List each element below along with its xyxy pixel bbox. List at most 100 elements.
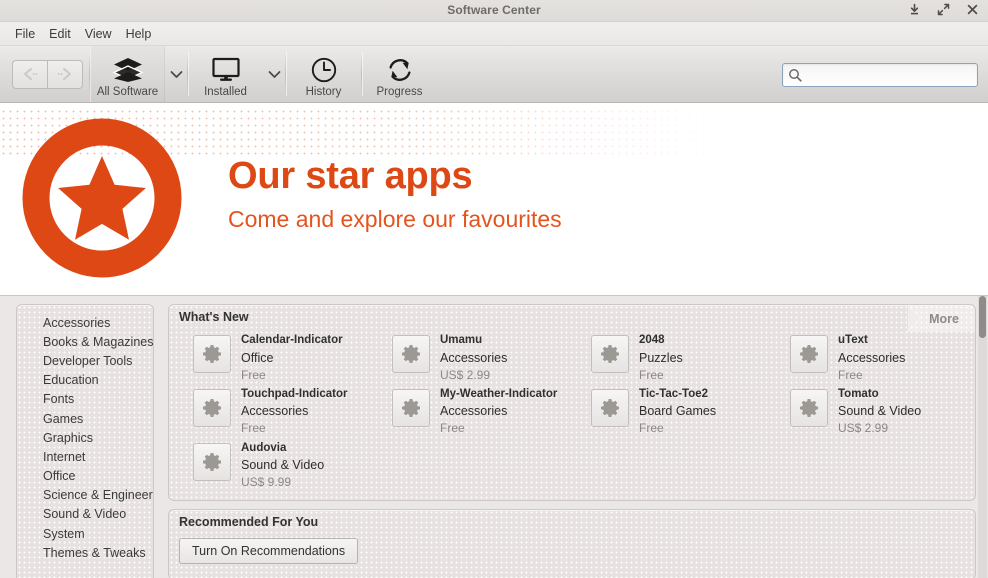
app-item[interactable]: Tomato Sound & Video US$ 2.99 — [772, 385, 969, 439]
app-item[interactable]: Tic-Tac-Toe2 Board Games Free — [573, 385, 770, 439]
gear-icon — [193, 442, 231, 481]
app-item[interactable]: My-Weather-Indicator Accessories Free — [374, 385, 571, 439]
app-name: 2048 — [639, 334, 665, 346]
app-item[interactable]: Audovia Sound & Video US$ 9.99 — [175, 439, 372, 493]
app-category: Accessories — [241, 404, 309, 419]
app-category: Sound & Video — [838, 404, 922, 419]
sidebar-item-science-engineering[interactable]: Science & Engineering — [17, 486, 153, 505]
recommended-panel: Recommended For You Turn On Recommendati… — [168, 509, 976, 578]
star-in-circle-icon — [22, 118, 182, 281]
app-category: Puzzles — [639, 350, 683, 365]
sidebar-item-graphics[interactable]: Graphics — [17, 428, 153, 447]
gear-icon — [193, 335, 231, 373]
whats-new-app-grid: Calendar-Indicator Office Free Touchpad-… — [169, 329, 975, 500]
whats-new-panel: What's New More Calendar-Indicator Offic… — [168, 304, 976, 502]
toolbar-button-history[interactable]: History — [286, 46, 361, 102]
sidebar-item-books-magazines[interactable]: Books & Magazines — [17, 332, 153, 351]
content-column: What's New More Calendar-Indicator Offic… — [168, 304, 976, 578]
sidebar-item-accessories[interactable]: Accessories — [17, 313, 153, 332]
window-controls — [907, 2, 980, 17]
app-name: Audovia — [241, 441, 287, 454]
app-price: Free — [440, 421, 465, 436]
app-category: Sound & Video — [241, 458, 325, 473]
app-price: US$ 2.99 — [838, 421, 889, 436]
toolbar-group-installed: Installed — [188, 46, 285, 102]
installed-dropdown-chevron-down-icon[interactable] — [263, 46, 285, 102]
app-name: uText — [838, 334, 868, 346]
all-software-dropdown-chevron-down-icon[interactable] — [165, 46, 187, 102]
gear-icon — [591, 335, 629, 373]
app-price: US$ 9.99 — [241, 475, 292, 490]
sidebar-item-office[interactable]: Office — [17, 467, 153, 486]
gear-icon — [790, 335, 828, 373]
maximize-button[interactable] — [936, 2, 951, 17]
sidebar-item-developer-tools[interactable]: Developer Tools — [17, 351, 153, 370]
sidebar-item-sound-video[interactable]: Sound & Video — [17, 505, 153, 524]
app-category: Accessories — [440, 404, 508, 419]
sidebar-item-system[interactable]: System — [17, 524, 153, 543]
menubar: File Edit View Help — [0, 22, 988, 46]
banner-title: Our star apps — [228, 155, 473, 198]
menu-file[interactable]: File — [8, 25, 42, 43]
app-price: Free — [241, 367, 266, 382]
monitor-icon — [211, 55, 241, 85]
close-button[interactable] — [965, 2, 980, 17]
recommended-header: Recommended For You — [169, 510, 975, 534]
search-area — [782, 63, 978, 87]
app-price: Free — [241, 421, 266, 436]
toolbar-button-progress[interactable]: Progress — [362, 46, 437, 102]
toolbar-label-progress: Progress — [376, 85, 423, 98]
app-name: Tic-Tac-Toe2 — [639, 387, 709, 400]
app-item[interactable]: Calendar-Indicator Office Free — [175, 331, 372, 385]
app-name: Calendar-Indicator — [241, 334, 343, 346]
titlebar: Software Center — [0, 0, 988, 22]
scrollbar-thumb[interactable] — [979, 296, 986, 338]
search-input[interactable] — [806, 68, 956, 82]
toolbar: All Software Installed History Progress — [0, 46, 988, 103]
category-sidebar: Accessories Books & Magazines Developer … — [16, 304, 154, 578]
sidebar-item-games[interactable]: Games — [17, 409, 153, 428]
back-button[interactable] — [12, 59, 47, 89]
scrollbar-track[interactable] — [978, 296, 987, 578]
toolbar-button-all-software[interactable]: All Software — [90, 46, 165, 102]
software-center-window: Software Center File Edit View Help All … — [0, 0, 988, 578]
navigation-buttons — [12, 46, 83, 102]
app-category: Accessories — [440, 350, 508, 365]
menu-view[interactable]: View — [78, 25, 119, 43]
app-price: Free — [838, 367, 863, 382]
clock-icon — [310, 55, 338, 85]
main-content-area: Accessories Books & Magazines Developer … — [0, 296, 988, 578]
sidebar-item-themes-tweaks[interactable]: Themes & Tweaks — [17, 543, 153, 562]
whats-new-header: What's New More — [169, 305, 975, 332]
gear-icon — [392, 335, 430, 373]
search-icon — [788, 68, 802, 82]
toolbar-group-all-software: All Software — [90, 46, 187, 102]
banner-subtitle: Come and explore our favourites — [228, 206, 562, 233]
app-item[interactable]: 2048 Puzzles Free — [573, 331, 770, 385]
window-title: Software Center — [447, 3, 541, 17]
featured-banner: Our star apps Come and explore our favou… — [0, 103, 988, 296]
turn-on-recommendations-button[interactable]: Turn On Recommendations — [179, 538, 359, 565]
menu-edit[interactable]: Edit — [42, 25, 78, 43]
whats-new-title: What's New — [179, 310, 249, 324]
search-box[interactable] — [782, 63, 978, 87]
menu-help[interactable]: Help — [119, 25, 159, 43]
minimize-button[interactable] — [907, 2, 922, 17]
gear-icon — [392, 388, 430, 427]
app-name: My-Weather-Indicator — [440, 387, 558, 400]
sidebar-item-fonts[interactable]: Fonts — [17, 390, 153, 409]
app-name: Umamu — [440, 334, 483, 346]
app-item[interactable]: Umamu Accessories US$ 2.99 — [374, 331, 571, 385]
toolbar-button-installed[interactable]: Installed — [188, 46, 263, 102]
toolbar-label-history: History — [305, 85, 342, 98]
sidebar-item-internet[interactable]: Internet — [17, 447, 153, 466]
content-scrollbar[interactable] — [978, 296, 987, 578]
app-price: Free — [639, 367, 664, 382]
forward-button[interactable] — [47, 59, 83, 89]
app-category: Board Games — [639, 404, 717, 419]
app-item[interactable]: Touchpad-Indicator Accessories Free — [175, 385, 372, 439]
sidebar-item-education[interactable]: Education — [17, 371, 153, 390]
app-name: Touchpad-Indicator — [241, 387, 348, 400]
app-item[interactable]: uText Accessories Free — [772, 331, 969, 385]
whats-new-more-link[interactable]: More — [907, 305, 975, 332]
